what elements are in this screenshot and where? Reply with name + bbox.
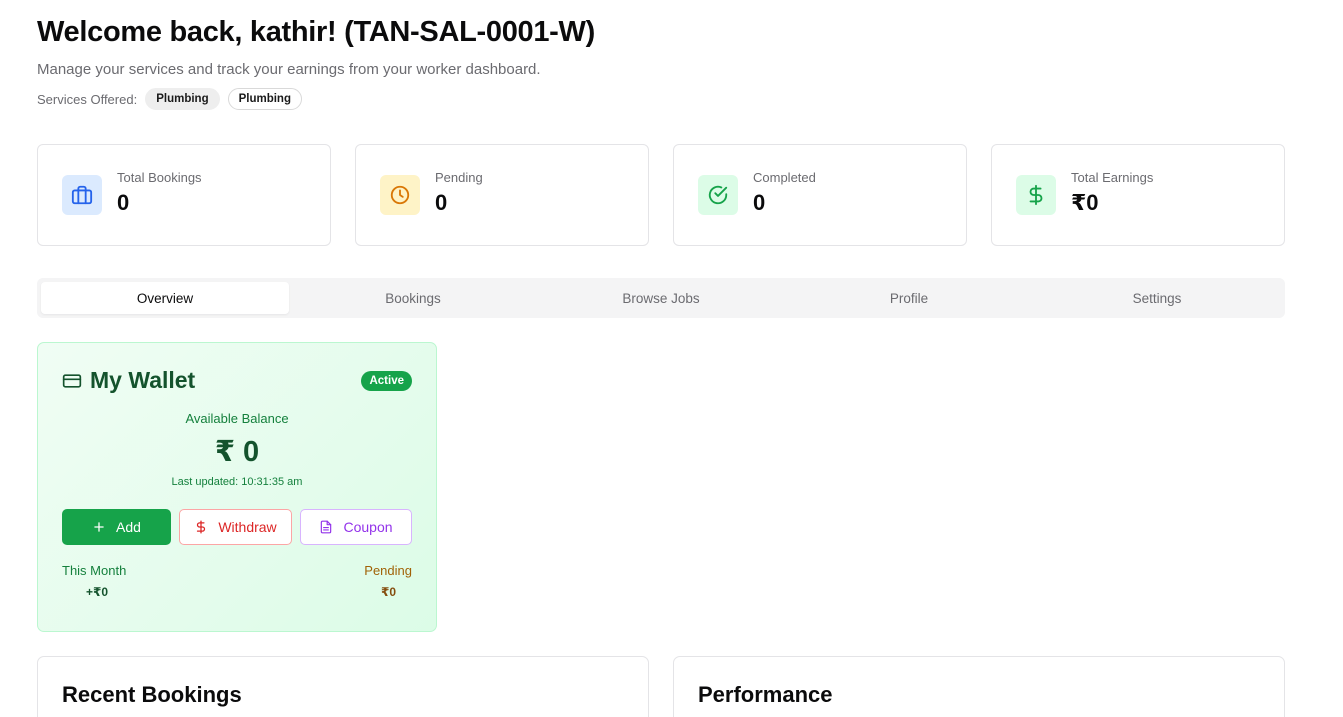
check-circle-icon bbox=[698, 175, 738, 215]
add-money-button[interactable]: Add bbox=[62, 509, 171, 545]
pending-value: ₹0 bbox=[380, 585, 396, 599]
add-button-label: Add bbox=[116, 519, 141, 535]
stat-label: Completed bbox=[753, 170, 816, 185]
performance-panel: Performance bbox=[673, 656, 1285, 717]
briefcase-icon bbox=[62, 175, 102, 215]
stats-grid: Total Bookings 0 Pending 0 Completed 0 T… bbox=[37, 144, 1285, 246]
withdraw-button-label: Withdraw bbox=[218, 519, 277, 535]
services-label: Services Offered: bbox=[37, 91, 138, 107]
stat-card-total-earnings: Total Earnings ₹0 bbox=[991, 144, 1285, 246]
clock-icon bbox=[380, 175, 420, 215]
stat-value: ₹0 bbox=[1071, 190, 1099, 215]
tab-overview[interactable]: Overview bbox=[41, 282, 289, 314]
balance-value: ₹ 0 bbox=[214, 436, 260, 468]
last-updated: Last updated: 10:31:35 am bbox=[171, 476, 303, 488]
credit-card-icon bbox=[62, 371, 82, 391]
withdraw-button[interactable]: Withdraw bbox=[179, 509, 292, 545]
dollar-icon bbox=[194, 520, 208, 534]
stat-label: Pending bbox=[435, 170, 483, 185]
service-chip: Plumbing bbox=[227, 88, 302, 110]
dashboard-tabs: Overview Bookings Browse Jobs Profile Se… bbox=[37, 278, 1285, 318]
plus-icon bbox=[92, 520, 106, 534]
this-month-summary: This Month +₹0 bbox=[62, 563, 126, 599]
stat-label: Total Earnings bbox=[1071, 170, 1154, 185]
coupon-button-label: Coupon bbox=[343, 519, 393, 535]
coupon-button[interactable]: Coupon bbox=[300, 509, 412, 545]
wallet-actions: Add Withdraw Coupon bbox=[62, 509, 412, 545]
recent-bookings-title: Recent Bookings bbox=[62, 682, 242, 707]
stat-card-pending: Pending 0 bbox=[355, 144, 649, 246]
tab-bookings[interactable]: Bookings bbox=[289, 282, 537, 314]
stat-value: 0 bbox=[435, 190, 448, 215]
status-badge: Active bbox=[361, 370, 412, 391]
this-month-value: +₹0 bbox=[86, 585, 109, 599]
pending-label: Pending bbox=[364, 563, 412, 578]
this-month-label: This Month bbox=[62, 563, 127, 578]
wallet-summary: This Month +₹0 Pending ₹0 bbox=[62, 563, 412, 599]
document-icon bbox=[319, 520, 333, 534]
dashboard-header: Welcome back, kathir! (TAN-SAL-0001-W) M… bbox=[37, 14, 595, 110]
recent-bookings-panel: Recent Bookings bbox=[37, 656, 649, 717]
tab-settings[interactable]: Settings bbox=[1033, 282, 1281, 314]
services-offered: Services Offered: Plumbing Plumbing bbox=[37, 88, 595, 110]
balance-label: Available Balance bbox=[185, 411, 289, 426]
stat-card-total-bookings: Total Bookings 0 bbox=[37, 144, 331, 246]
stat-label: Total Bookings bbox=[117, 170, 202, 185]
dollar-icon bbox=[1016, 175, 1056, 215]
stat-card-completed: Completed 0 bbox=[673, 144, 967, 246]
tab-browse-jobs[interactable]: Browse Jobs bbox=[537, 282, 785, 314]
tab-profile[interactable]: Profile bbox=[785, 282, 1033, 314]
service-chip: Plumbing bbox=[145, 88, 220, 110]
wallet-card: My Wallet Active Available Balance ₹ 0 L… bbox=[37, 342, 437, 632]
stat-value: 0 bbox=[117, 190, 130, 215]
stat-value: 0 bbox=[753, 190, 766, 215]
page-subtitle: Manage your services and track your earn… bbox=[37, 61, 541, 78]
pending-summary: Pending ₹0 bbox=[364, 563, 412, 599]
wallet-title: My Wallet bbox=[90, 367, 196, 393]
balance-block: Available Balance ₹ 0 Last updated: 10:3… bbox=[62, 411, 412, 489]
page-title: Welcome back, kathir! (TAN-SAL-0001-W) bbox=[37, 16, 595, 48]
performance-title: Performance bbox=[698, 682, 833, 707]
